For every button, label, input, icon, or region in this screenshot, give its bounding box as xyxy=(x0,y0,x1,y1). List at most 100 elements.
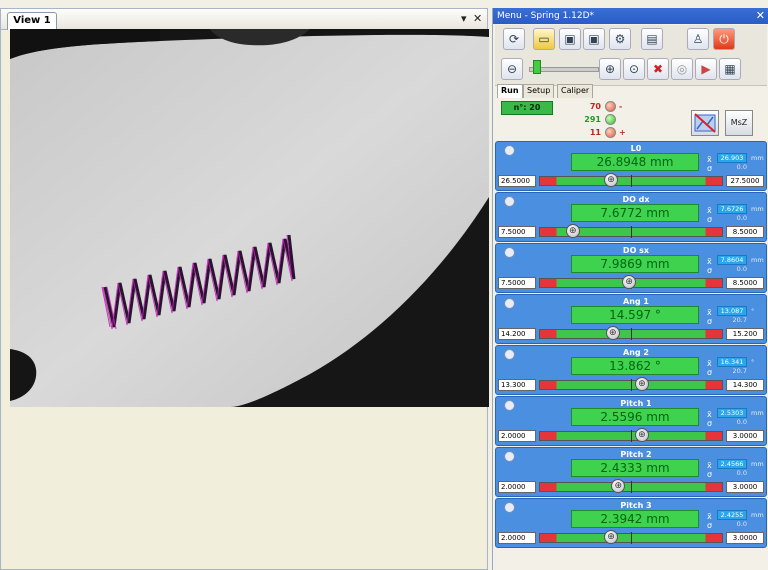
mean-icon: x̄ xyxy=(707,155,712,164)
tab-run[interactable]: Run xyxy=(497,84,523,98)
sigma-icon: σ xyxy=(707,368,713,377)
sigma-icon: σ xyxy=(707,470,713,479)
value-indicator-icon: ⊕ xyxy=(634,428,649,442)
open-folder-icon[interactable]: ▭ xyxy=(533,28,555,50)
zoom-in-icon[interactable]: ⊕ xyxy=(599,58,621,80)
pin-dropdown-icon[interactable]: ▾ xyxy=(461,12,467,26)
max-limit-field[interactable]: 15.200 xyxy=(726,328,764,340)
green-status-led xyxy=(605,114,616,125)
save-as-icon[interactable]: ▣ xyxy=(583,28,605,50)
measure-row: Pitch 2 2.4333 mm x̄ σ 2.4566 0.0 mm 2.0000 ⊕ 3.0… xyxy=(495,447,767,497)
mean-icon: x̄ xyxy=(707,410,712,419)
measure-row: Pitch 3 2.3942 mm x̄ σ 2.4255 0.0 mm 2.0000 ⊕ 3.0… xyxy=(495,498,767,548)
std-dev-value: 20.7 xyxy=(732,316,747,324)
mean-icon: x̄ xyxy=(707,461,712,470)
mean-value: 13.087 xyxy=(717,306,747,316)
row-status-led[interactable] xyxy=(504,145,515,156)
user-icon[interactable]: ♙ xyxy=(687,28,709,50)
row-status-led[interactable] xyxy=(504,298,515,309)
mean-unit: mm xyxy=(751,154,764,162)
min-limit-field[interactable]: 13.300 xyxy=(498,379,536,391)
value-indicator-icon: ⊕ xyxy=(605,326,620,340)
row-status-led[interactable] xyxy=(504,451,515,462)
row-status-led[interactable] xyxy=(504,400,515,411)
max-limit-field[interactable]: 14.300 xyxy=(726,379,764,391)
measure-value: 2.3942 mm xyxy=(571,510,699,528)
max-limit-field[interactable]: 3.0000 xyxy=(726,532,764,544)
zoom-fit-icon[interactable]: ⊙ xyxy=(623,58,645,80)
count-above-max: 11 xyxy=(589,128,601,137)
min-limit-field[interactable]: 26.5000 xyxy=(498,175,536,187)
row-status-led[interactable] xyxy=(504,349,515,360)
measure-value: 26.8948 mm xyxy=(571,153,699,171)
save-icon[interactable]: ▣ xyxy=(559,28,581,50)
red-status-led xyxy=(605,127,616,138)
mean-icon: x̄ xyxy=(707,206,712,215)
min-limit-field[interactable]: 2.0000 xyxy=(498,481,536,493)
chart-crossed-icon xyxy=(694,113,716,133)
msz-button[interactable]: MsZ xyxy=(725,110,753,136)
min-limit-field[interactable]: 14.200 xyxy=(498,328,536,340)
row-status-led[interactable] xyxy=(504,247,515,258)
mean-unit: mm xyxy=(751,256,764,264)
menu-titlebar: Menu - Spring 1.12D* ✕ xyxy=(493,8,768,24)
sigma-icon: σ xyxy=(707,164,713,173)
measure-value: 2.4333 mm xyxy=(571,459,699,477)
toolbar-view: ⊖ ⊕ ⊙ ✖ ◎ ▶ ▦ xyxy=(495,55,767,86)
max-limit-field[interactable]: 3.0000 xyxy=(726,430,764,442)
mean-icon: x̄ xyxy=(707,359,712,368)
zoom-slider-handle[interactable] xyxy=(533,60,541,74)
tolerance-bar: ⊕ xyxy=(539,377,723,391)
mean-unit: mm xyxy=(751,460,764,468)
nominal-marker xyxy=(631,328,632,340)
stop-icon[interactable]: ✖ xyxy=(647,58,669,80)
sigma-icon: σ xyxy=(707,215,713,224)
max-limit-field[interactable]: 8.5000 xyxy=(726,226,764,238)
row-status-led[interactable] xyxy=(504,502,515,513)
mean-value: 26.903 xyxy=(717,153,747,163)
mean-icon: x̄ xyxy=(707,257,712,266)
min-limit-field[interactable]: 7.5000 xyxy=(498,277,536,289)
power-off-icon[interactable]: ⏻ xyxy=(713,28,735,50)
tolerance-bar: ⊕ xyxy=(539,224,723,238)
std-dev-value: 0.0 xyxy=(736,265,747,273)
measure-row: DO dx 7.6772 mm x̄ σ 7.6726 0.0 mm 7.5000 ⊕ 8.500… xyxy=(495,192,767,242)
measure-value: 13.862 ° xyxy=(571,357,699,375)
tab-caliper[interactable]: Caliper xyxy=(557,84,594,98)
run-icon[interactable]: ▶ xyxy=(695,58,717,80)
min-limit-field[interactable]: 2.0000 xyxy=(498,430,536,442)
refresh-icon[interactable]: ⟳ xyxy=(503,28,525,50)
max-limit-field[interactable]: 3.0000 xyxy=(726,481,764,493)
sigma-icon: σ xyxy=(707,266,713,275)
disabled-icon[interactable]: ◎ xyxy=(671,58,693,80)
close-icon[interactable]: ✕ xyxy=(756,8,765,23)
tolerance-bar: ⊕ xyxy=(539,275,723,289)
min-limit-field[interactable]: 2.0000 xyxy=(498,532,536,544)
measure-row: L0 26.8948 mm x̄ σ 26.903 0.0 mm 26.5000 ⊕ 27.500… xyxy=(495,141,767,191)
max-limit-field[interactable]: 27.5000 xyxy=(726,175,764,187)
measure-list: L0 26.8948 mm x̄ σ 26.903 0.0 mm 26.5000 ⊕ 27.500… xyxy=(495,141,768,561)
settings-gear-icon[interactable]: ⚙ xyxy=(609,28,631,50)
tab-setup[interactable]: Setup xyxy=(523,84,555,98)
std-dev-value: 0.0 xyxy=(736,469,747,477)
sample-counter: n°: 20 xyxy=(501,101,553,115)
tolerance-bar: ⊕ xyxy=(539,326,723,340)
std-dev-value: 0.0 xyxy=(736,520,747,528)
tab-view-1[interactable]: View 1 xyxy=(7,12,57,30)
row-status-led[interactable] xyxy=(504,196,515,207)
export-icon[interactable]: ▤ xyxy=(641,28,663,50)
zoom-out-icon[interactable]: ⊖ xyxy=(501,58,523,80)
image-icon[interactable]: ▦ xyxy=(719,58,741,80)
close-icon[interactable]: ✕ xyxy=(473,12,482,26)
min-limit-field[interactable]: 7.5000 xyxy=(498,226,536,238)
chart-toggle-button[interactable] xyxy=(691,110,719,136)
image-view-window: View 1 ▾ ✕ xyxy=(0,8,489,570)
camera-image[interactable] xyxy=(10,29,489,407)
count-ok: 291 xyxy=(584,115,601,124)
max-limit-field[interactable]: 8.5000 xyxy=(726,277,764,289)
measure-row: DO sx 7.9869 mm x̄ σ 7.8604 0.0 mm 7.5000 ⊕ 8.500… xyxy=(495,243,767,293)
mean-value: 2.5303 xyxy=(717,408,747,418)
tab-strip: Run Setup Caliper xyxy=(493,84,768,98)
measure-value: 7.9869 mm xyxy=(571,255,699,273)
mean-icon: x̄ xyxy=(707,512,712,521)
